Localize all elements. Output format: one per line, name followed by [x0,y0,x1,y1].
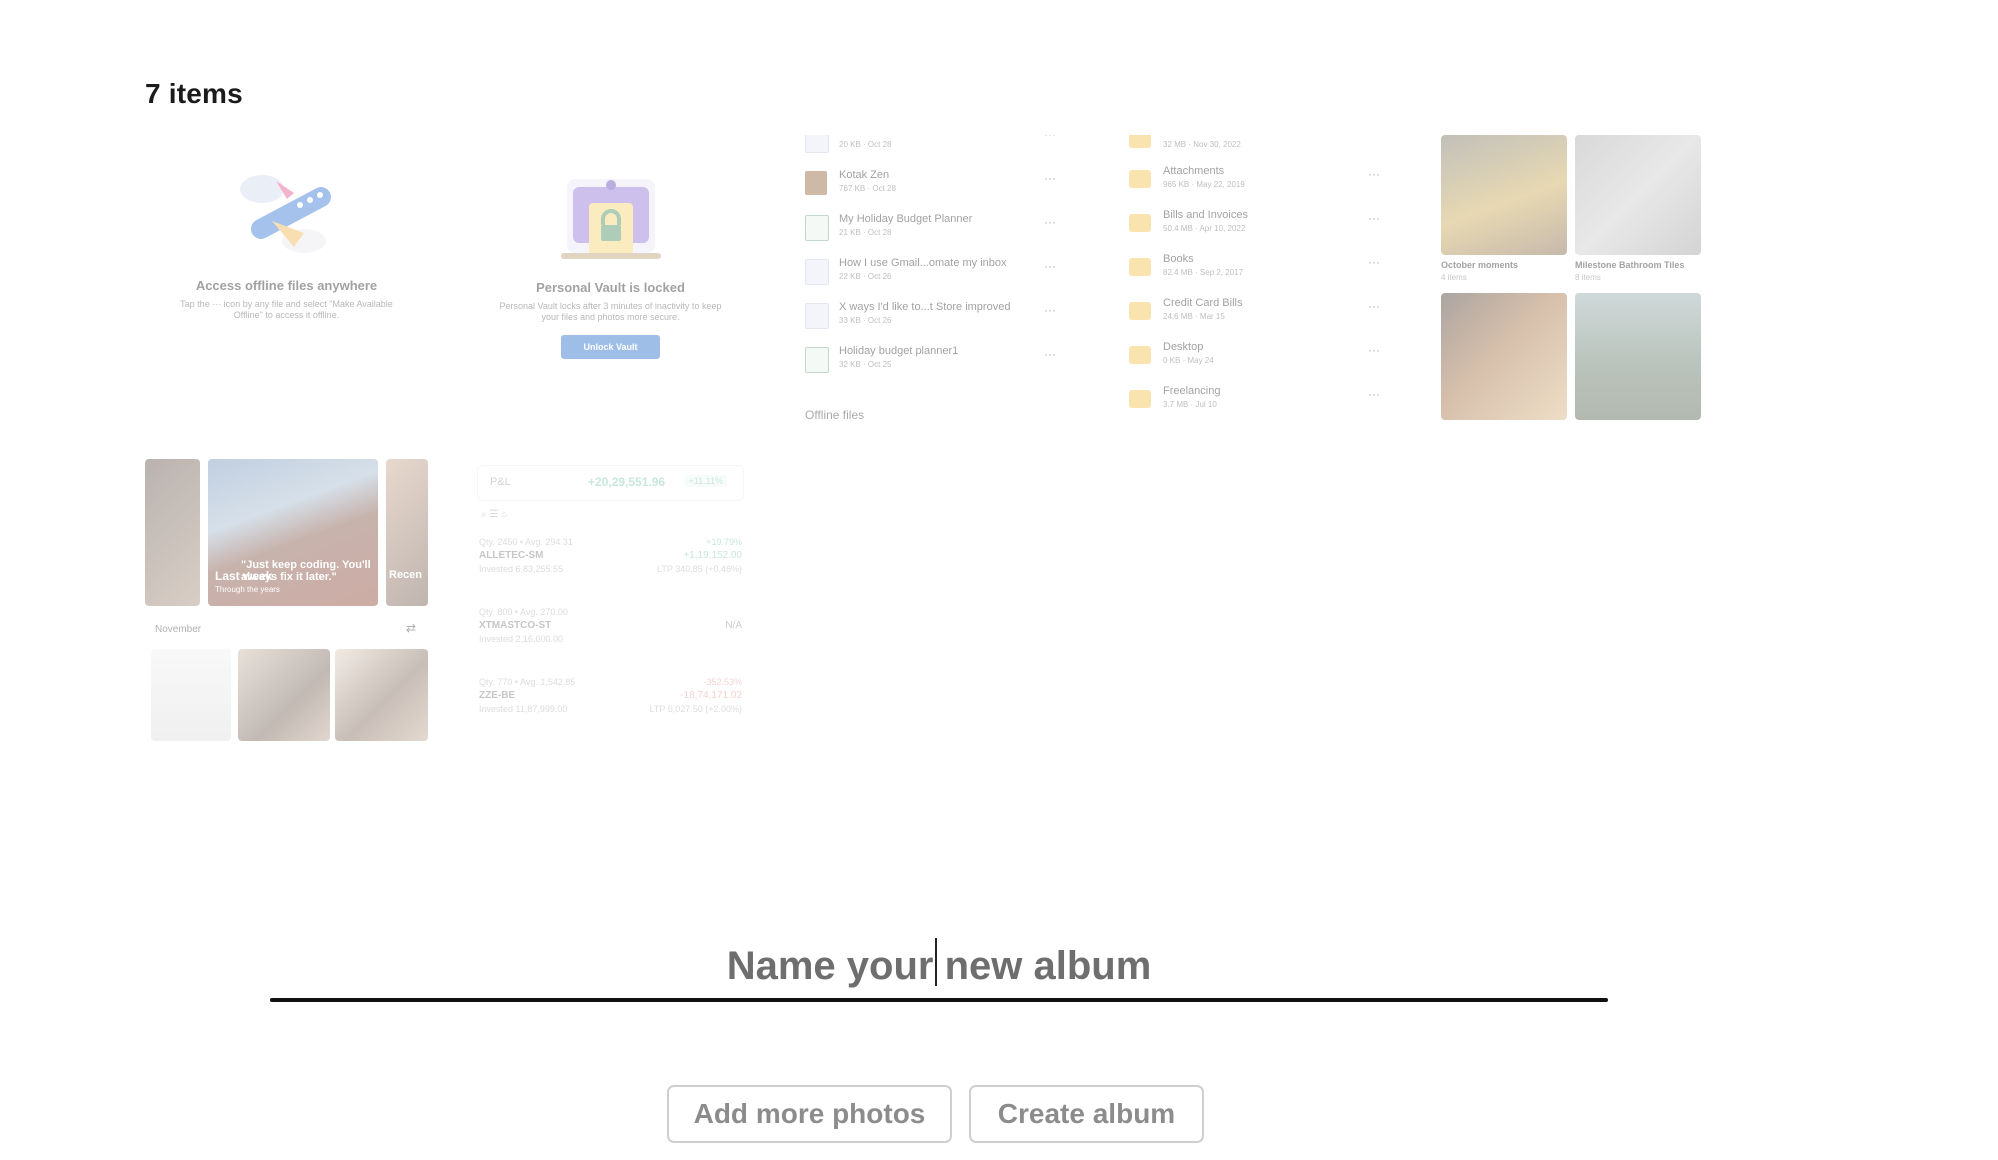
photo-tile-albums[interactable]: October moments 4 items Milestone Bathro… [1441,135,1724,420]
folder-row: Freelancing 3.7 MB · Jul 10 ··· [1129,383,1388,419]
folder-row: Desktop 0 KB · May 24 ··· [1129,339,1388,375]
more-icon: ··· [1368,255,1380,269]
more-icon: ··· [1368,167,1380,181]
more-icon: ··· [1368,387,1380,401]
file-row: Kotak Zen 767 KB · Oct 28 ··· [805,167,1064,203]
offline-subtitle: Tap the ··· icon by any file and select … [180,299,393,320]
folder-icon [1129,346,1151,364]
memory-label: Recen [389,569,423,581]
folder-icon [1129,170,1151,188]
vault-illustration [560,179,661,259]
memory-photo [208,459,378,606]
file-row: X ways I'd like to...t Store improved 33… [805,299,1064,335]
album-title: Milestone Bathroom Tiles [1575,260,1685,270]
more-icon: ··· [1368,299,1380,313]
album-title: October moments [1441,260,1519,270]
airplane-illustration [239,175,331,253]
excel-file-icon [805,215,829,241]
image-file-icon [805,171,827,195]
vault-title: Personal Vault is locked [536,280,685,295]
file-row: Holiday budget planner1 32 KB · Oct 25 ·… [805,343,1064,379]
album-thumbnail [1575,135,1701,255]
folder-row: Credit Card Bills 24.6 MB · Mar 15 ··· [1129,295,1388,331]
album-thumbnail [1441,293,1567,420]
more-icon: ··· [1044,259,1056,273]
photo-tile-offline-files[interactable]: Access offline files anywhere Tap the ··… [145,135,428,420]
file-row: How I use Gmail...omate my inbox 22 KB ·… [805,255,1064,291]
holding-row: Qty. 2450 • Avg. 294.31 ALLETEC-SM Inves… [479,537,742,574]
album-count: 4 items [1441,273,1467,282]
word-doc-icon [805,135,829,153]
more-icon: ··· [1368,211,1380,225]
item-count: 7 items [145,78,243,109]
memory-label: Last week [215,569,273,583]
text-caret [935,938,937,986]
section-label: Offline files [805,408,865,420]
memory-photo [386,459,428,606]
folder-icon [1129,135,1151,148]
memory-sublabel: Through the years [215,585,280,594]
photo-tile-files-list[interactable]: 20 KB · Oct 28 ··· Kotak Zen 767 KB · Oc… [793,135,1076,420]
album-thumbnail [1575,293,1701,420]
holding-row: Qty. 770 • Avg. 1,542.85 ZZE-BE Invested… [479,677,742,714]
offline-title: Access offline files anywhere [195,278,378,293]
toolbar-icons: ⌕ ☰ ⌂ [481,509,508,520]
memory-photo [145,459,200,606]
album-name-input[interactable] [270,935,1608,997]
folder-row: Bills and Invoices 50.4 MB · Apr 10, 202… [1129,207,1388,243]
memory-photo [335,649,428,741]
more-icon: ··· [1044,135,1056,141]
add-more-photos-button[interactable]: Add more photos [667,1085,952,1143]
folder-row: Attachments 965 KB · May 22, 2019 ··· [1129,163,1388,199]
memory-photo [238,649,330,741]
folder-icon [1129,214,1151,232]
unlock-vault-button: Unlock Vault [561,335,660,359]
calendar-thumbnail [151,649,231,741]
vault-subtitle: Personal Vault locks after 3 minutes of … [499,301,722,322]
create-album-button[interactable]: Create album [969,1085,1204,1143]
pnl-card: P&L +20,29,551.96 +11.11% [477,465,744,501]
word-doc-icon [805,259,829,285]
more-icon: ··· [1044,171,1056,185]
more-icon: ··· [1044,347,1056,361]
month-label: November [155,624,202,635]
folder-icon [1129,390,1151,408]
holding-row: Qty. 800 • Avg. 270.00 XTMASTCO-ST Inves… [479,607,742,644]
folder-icon [1129,302,1151,320]
word-doc-icon [805,303,829,329]
more-icon: ··· [1044,303,1056,317]
album-thumbnail [1441,135,1567,255]
album-count: 8 items [1575,273,1601,282]
filter-icon: ⇄ [405,621,416,635]
more-icon: ··· [1368,343,1380,357]
file-row: 20 KB · Oct 28 ··· [805,135,1064,159]
excel-file-icon [805,347,829,373]
folder-row: 32 MB · Nov 30, 2022 [1129,135,1388,159]
photo-tile-memories[interactable]: "Just keep coding. You'll always fix it … [145,459,428,741]
photo-tile-folders-list[interactable]: 32 MB · Nov 30, 2022 Attachments 965 KB … [1117,135,1400,420]
input-underline [270,998,1608,1002]
photo-tile-portfolio[interactable]: P&L +20,29,551.96 +11.11% ⌕ ☰ ⌂ Qty. 245… [469,459,752,741]
album-name-field [270,935,1608,1005]
photo-tile-personal-vault[interactable]: Personal Vault is locked Personal Vault … [469,135,752,420]
more-icon: ··· [1044,215,1056,229]
folder-row: Books 82.4 MB · Sep 2, 2017 ··· [1129,251,1388,287]
folder-icon [1129,258,1151,276]
file-row: My Holiday Budget Planner 21 KB · Oct 28… [805,211,1064,247]
